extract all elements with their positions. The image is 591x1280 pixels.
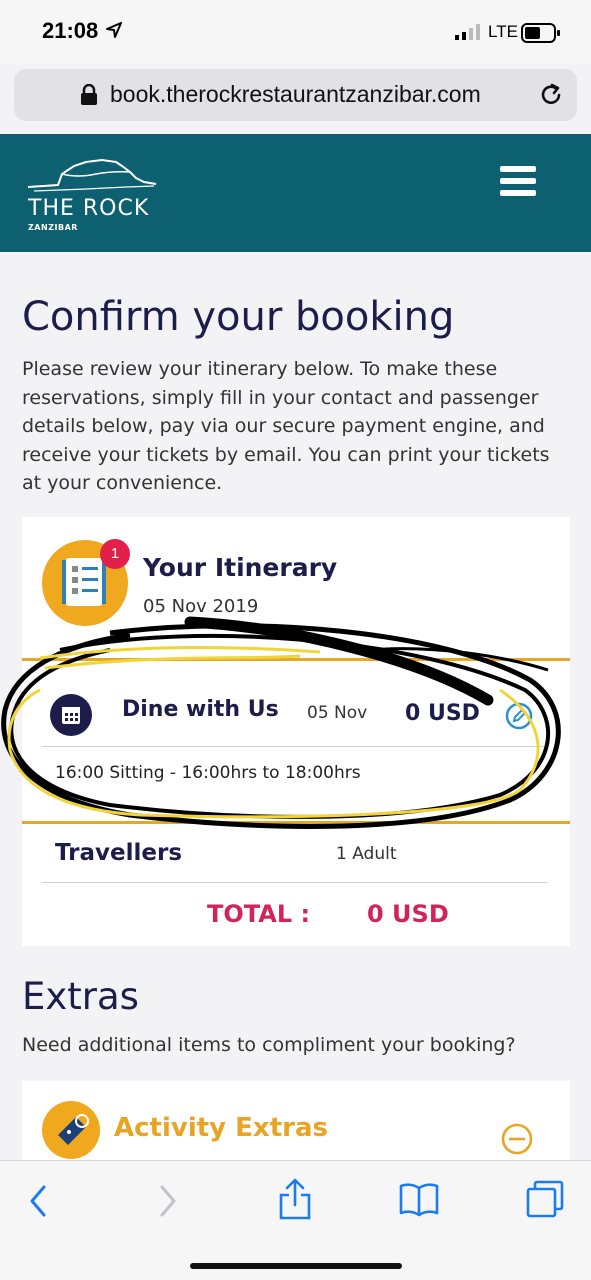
logo-subtitle: ZANZIBAR <box>28 223 78 232</box>
battery-icon <box>521 23 560 43</box>
share-icon[interactable] <box>278 1177 312 1221</box>
activity-extras-card[interactable]: Activity Extras <box>22 1081 570 1171</box>
status-bar: 21:08 LTE <box>0 0 591 64</box>
activity-extras-title: Activity Extras <box>114 1113 328 1143</box>
home-indicator <box>190 1263 402 1269</box>
section-divider <box>22 821 570 824</box>
ticket-icon <box>42 1101 100 1159</box>
item-divider <box>42 746 548 747</box>
extras-subtitle: Need additional items to compliment your… <box>22 1034 516 1056</box>
total-label: TOTAL : <box>207 900 311 928</box>
itinerary-item-date: 05 Nov <box>307 703 368 723</box>
travellers-divider <box>42 882 548 883</box>
status-time: 21:08 <box>42 18 99 43</box>
lock-icon <box>81 84 97 105</box>
collapse-icon[interactable] <box>500 1122 534 1156</box>
itinerary-item-title: Dine with Us <box>122 697 279 722</box>
travellers-value: 1 Adult <box>336 844 397 864</box>
itinerary-item-price: 0 USD <box>405 701 480 726</box>
tabs-icon[interactable] <box>525 1179 565 1219</box>
page-title: Confirm your booking <box>22 294 455 340</box>
section-divider <box>22 658 570 661</box>
logo[interactable]: THE ROCK ZANZIBAR <box>26 156 166 238</box>
logo-title: THE ROCK <box>28 196 150 221</box>
itinerary-item-detail: 16:00 Sitting - 16:00hrs to 18:00hrs <box>55 763 361 783</box>
forward-icon[interactable] <box>156 1183 180 1219</box>
rock-logo-icon <box>27 158 157 192</box>
edit-icon[interactable] <box>504 701 534 731</box>
bookmarks-icon[interactable] <box>399 1181 439 1217</box>
location-arrow-icon <box>106 22 122 38</box>
total-value: 0 USD <box>367 900 449 928</box>
notification-badge: 1 <box>100 539 130 569</box>
calendar-icon <box>50 694 92 736</box>
itinerary-date: 05 Nov 2019 <box>143 596 259 617</box>
site-header: THE ROCK ZANZIBAR <box>0 134 591 252</box>
itinerary-card: 1 Your Itinerary 05 Nov 2019 Dine with U… <box>22 517 570 946</box>
itinerary-title: Your Itinerary <box>143 553 338 582</box>
network-type: LTE <box>488 22 518 41</box>
signal-icon <box>455 24 480 40</box>
reload-icon[interactable] <box>538 82 564 108</box>
intro-text: Please review your itinerary below. To m… <box>22 358 550 494</box>
travellers-label: Travellers <box>55 840 183 866</box>
hamburger-menu-icon[interactable] <box>500 166 536 200</box>
back-icon[interactable] <box>26 1183 50 1219</box>
address-bar[interactable]: book.therockrestaurantzanzibar.com <box>14 69 577 121</box>
browser-toolbar <box>0 1160 591 1280</box>
url-text[interactable]: book.therockrestaurantzanzibar.com <box>110 81 481 108</box>
extras-title: Extras <box>22 975 139 1018</box>
